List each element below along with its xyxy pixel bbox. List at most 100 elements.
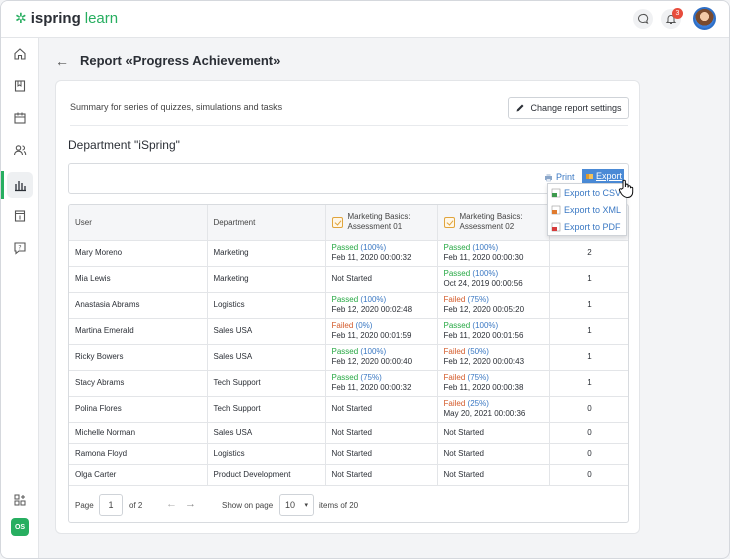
reports-icon[interactable]	[10, 175, 30, 195]
cell-department: Marketing	[207, 266, 326, 293]
a1-status: Not Started	[331, 448, 372, 458]
department-name: Tech Support	[213, 404, 261, 413]
page-title: Report «Progress Achievement»	[80, 53, 281, 68]
cell-count: 1	[549, 344, 628, 371]
cell-user: Michelle Norman	[69, 422, 208, 444]
change-settings-label: Change report settings	[530, 103, 622, 113]
count-value: 2	[587, 248, 592, 257]
cell-assessment-01: Not Started	[325, 422, 438, 444]
cell-department: Sales USA	[207, 422, 326, 444]
department-name: Logistics	[213, 448, 245, 458]
table-row: Ricky Bowers Sales USA Passed (100%) Feb 12…	[69, 344, 628, 371]
a1-date: Feb 12, 2020 00:00:40	[331, 357, 413, 366]
table-row: Mia Lewis Marketing Not Started Passed (100…	[69, 266, 628, 293]
xml-file-icon	[551, 205, 561, 214]
a2-status: Passed	[443, 243, 471, 252]
csv-file-icon	[551, 188, 561, 197]
active-indicator	[1, 171, 4, 199]
a2-date: Feb 12, 2020 00:05:20	[443, 305, 525, 314]
user-name: Mia Lewis	[75, 274, 111, 283]
cell-count: 2	[549, 240, 628, 267]
cell-assessment-01: Not Started	[325, 266, 438, 293]
a2-status: Not Started	[443, 448, 484, 458]
print-button[interactable]: Print	[544, 172, 575, 182]
export-pdf-item[interactable]: Export to PDF	[548, 218, 626, 235]
count-value: 0	[587, 469, 592, 479]
cell-assessment-02: Passed (100%) Feb 11, 2020 00:00:30	[437, 240, 550, 267]
calendar-icon[interactable]	[10, 108, 30, 128]
column-header-department[interactable]: Department	[207, 205, 326, 241]
department-name: Sales USA	[213, 427, 253, 437]
printer-icon	[545, 173, 552, 181]
user-avatar[interactable]	[693, 7, 716, 30]
users-icon[interactable]	[10, 140, 30, 160]
user-name: Polina Flores	[75, 404, 122, 413]
next-page-icon[interactable]: →	[185, 498, 196, 510]
library-icon[interactable]	[10, 76, 30, 96]
table-row: Michelle Norman Sales USA Not Started Not S…	[69, 422, 628, 444]
cell-assessment-01: Passed (100%) Feb 11, 2020 00:00:32	[325, 240, 438, 267]
cell-count: 0	[549, 443, 628, 465]
notification-badge: 3	[672, 8, 683, 19]
table-row: Anastasia Abrams Logistics Passed (100%) Fe…	[69, 292, 628, 319]
prev-page-icon[interactable]: ←	[166, 498, 177, 510]
table-row: Martina Emerald Sales USA Failed (0%) Feb 1…	[69, 318, 628, 345]
a2-date: Feb 11, 2020 00:01:56	[443, 331, 524, 340]
assignments-icon[interactable]	[10, 206, 30, 226]
count-value: 1	[587, 274, 592, 283]
back-arrow-icon[interactable]: ←	[55, 53, 69, 69]
cell-assessment-02: Failed (25%) May 20, 2021 00:00:36	[437, 396, 550, 423]
help-icon[interactable]: ?	[10, 238, 30, 258]
column-header-assessment-01[interactable]: Marketing Basics: Assessment 01	[325, 205, 438, 241]
table-row: Stacy Abrams Tech Support Passed (75%) Feb …	[69, 370, 628, 397]
a2-percent: (50%)	[467, 347, 489, 356]
apps-icon[interactable]	[10, 490, 30, 510]
page-number-input[interactable]: 1	[99, 494, 123, 516]
a1-status: Passed	[331, 373, 359, 382]
chat-icon[interactable]	[633, 9, 653, 29]
a2-status: Failed	[443, 295, 466, 304]
logo[interactable]: ✲ ispring learn	[15, 10, 118, 27]
pdf-file-icon	[551, 222, 561, 231]
count-value: 0	[587, 448, 592, 458]
a2-percent: (75%)	[467, 295, 489, 304]
a1-date: Feb 11, 2020 00:00:32	[331, 253, 412, 262]
cell-assessment-02: Not Started	[437, 443, 550, 465]
per-page-select[interactable]: 10 ▾	[279, 494, 314, 516]
a1-percent: (0%)	[355, 321, 373, 330]
export-csv-item[interactable]: Export to CSV	[548, 184, 626, 201]
count-value: 1	[587, 352, 592, 361]
export-csv-label: Export to CSV	[564, 187, 622, 198]
a1-status: Not Started	[331, 427, 372, 437]
a1-percent: (100%)	[360, 347, 387, 356]
a2-status: Failed	[443, 373, 466, 382]
cell-assessment-02: Failed (75%) Feb 12, 2020 00:05:20	[437, 292, 550, 319]
hand-cursor-icon	[618, 179, 634, 204]
cell-assessment-02: Passed (100%) Oct 24, 2019 00:00:56	[437, 266, 550, 293]
a2-percent: (100%)	[472, 321, 499, 330]
change-settings-button[interactable]: Change report settings	[508, 97, 629, 119]
department-name: Sales USA	[213, 352, 253, 361]
cell-user: Martina Emerald	[69, 318, 208, 345]
a2-date: Feb 11, 2020 00:00:30	[443, 253, 524, 262]
logo-text-ispring: ispring	[30, 10, 81, 27]
a1-status: Not Started	[331, 274, 372, 283]
a2-status: Passed	[443, 269, 471, 278]
quiz-icon	[331, 216, 343, 228]
cell-user: Polina Flores	[69, 396, 208, 423]
column-header-user[interactable]: User	[69, 205, 208, 241]
cell-user: Ricky Bowers	[69, 344, 208, 371]
home-icon[interactable]	[10, 44, 30, 64]
cell-user: Anastasia Abrams	[69, 292, 208, 319]
user-name: Ramona Floyd	[75, 448, 128, 458]
table-row: Ramona Floyd Logistics Not Started Not Star…	[69, 443, 628, 465]
export-xml-item[interactable]: Export to XML	[548, 201, 626, 218]
user-name: Mary Moreno	[75, 248, 123, 257]
items-count-label: items of 20	[319, 501, 359, 510]
column-header-assessment-02[interactable]: Marketing Basics: Assessment 02	[437, 205, 550, 241]
a1-date: Feb 11, 2020 00:01:59	[331, 331, 412, 340]
a2-status: Failed	[443, 399, 466, 408]
cell-count: 0	[549, 464, 628, 486]
per-page-value: 10	[285, 500, 296, 510]
user-initials-badge[interactable]: OS	[11, 518, 29, 536]
